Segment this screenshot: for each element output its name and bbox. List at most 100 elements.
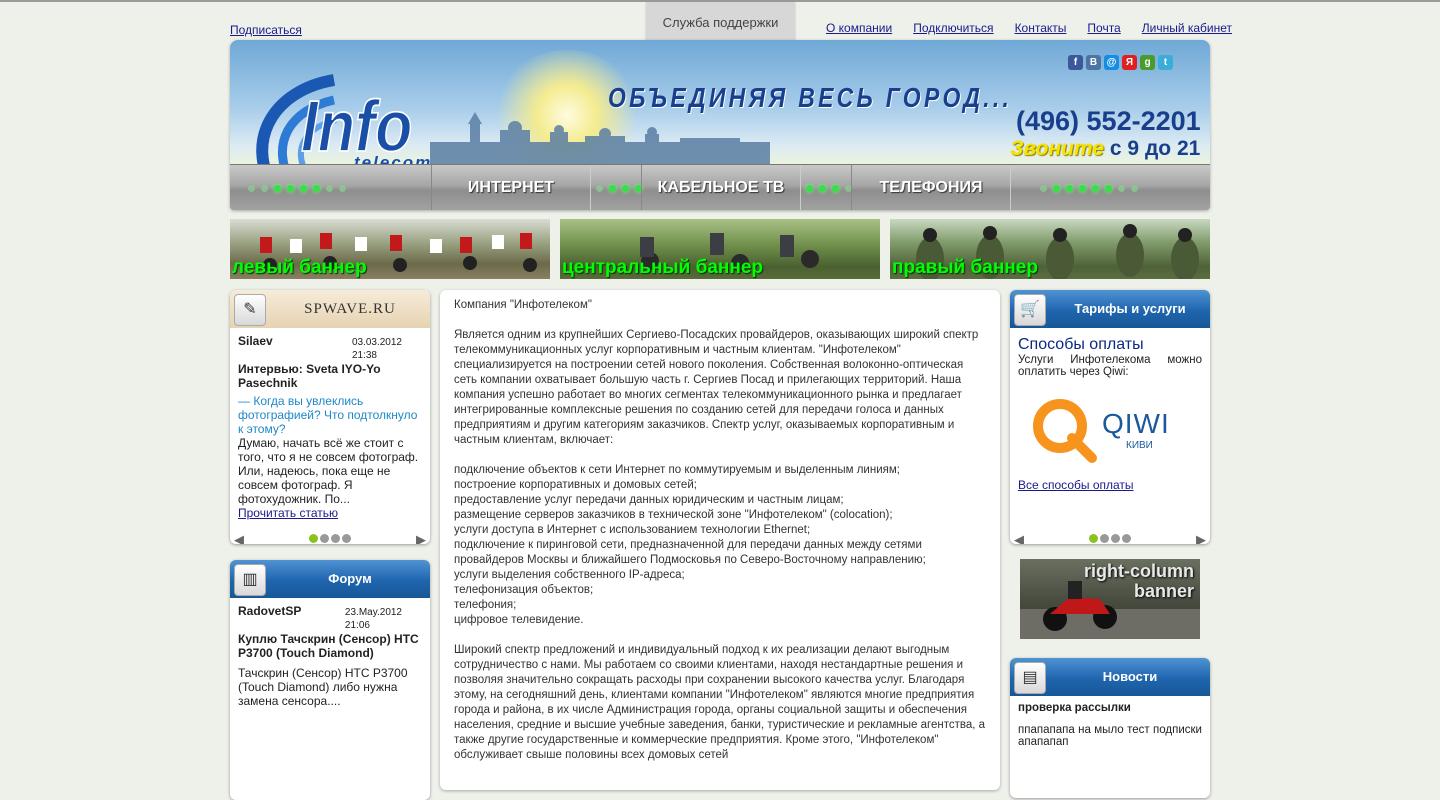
google-icon[interactable]: g xyxy=(1140,55,1155,70)
nav-connect-link[interactable]: Подключиться xyxy=(913,21,993,35)
pager-dot[interactable] xyxy=(1122,534,1131,543)
news-headline[interactable]: проверка рассылки xyxy=(1018,702,1202,714)
all-payment-methods-link[interactable]: Все способы оплаты xyxy=(1018,478,1134,492)
tariffs-pager: ◀ ▶ xyxy=(1010,532,1210,544)
spwave-title: SPWAVE.RU xyxy=(304,301,396,317)
forum-headline[interactable]: Куплю Тачскрин (Сенсор) HTC P3700 (Touch… xyxy=(238,632,422,660)
next-arrow-icon[interactable]: ▶ xyxy=(1196,532,1206,544)
center-banner-label: центральный баннер xyxy=(562,257,764,278)
main-content: Компания "Инфотелеком" Является одним из… xyxy=(440,290,1000,790)
service-item: подключение к пиринговой сети, предназна… xyxy=(454,539,926,566)
facebook-icon[interactable]: f xyxy=(1068,55,1083,70)
vkontakte-icon[interactable]: В xyxy=(1086,55,1101,70)
service-item: предоставление услуг передачи данных юри… xyxy=(454,494,844,506)
news-body: проверка рассылки ппапапапа на мыло тест… xyxy=(1010,696,1210,754)
twitter-icon[interactable]: t xyxy=(1158,55,1173,70)
slogan: ОБЪЕДИНЯЯ ВЕСЬ ГОРОД... xyxy=(608,82,1013,113)
news-title[interactable]: Новости xyxy=(1050,658,1210,696)
forum-title[interactable]: Форум xyxy=(270,560,430,598)
call-hours: Звоните с 9 до 21 xyxy=(1010,137,1200,161)
pager-dot[interactable] xyxy=(1089,534,1098,543)
town-skyline xyxy=(430,112,770,167)
service-item: цифровое телевидение. xyxy=(454,614,584,626)
payment-text: Услуги Инфотелекома можно оплатить через… xyxy=(1018,354,1202,378)
forum-body: 23.May.2012 21:06 RadovetSP Куплю Тачскри… xyxy=(230,598,430,714)
post-question: — Когда вы увлеклись фотографией? Что по… xyxy=(238,394,418,436)
forum-date: 23.May.2012 21:06 xyxy=(344,607,402,631)
tariffs-widget: 🛒 Тарифы и услуги Способы оплаты Услуги … xyxy=(1010,290,1210,544)
pager-dot[interactable] xyxy=(1111,534,1120,543)
spwave-header: ✎ SPWAVE.RU xyxy=(230,290,430,328)
pager-dot[interactable] xyxy=(309,534,318,543)
content-intro: Является одним из крупнейших Сергиево-По… xyxy=(454,329,979,446)
menu-leds-left xyxy=(248,185,346,192)
post-date: 03.03.2012 21:38 xyxy=(351,337,402,361)
service-item: размещение серверов заказчиков в техниче… xyxy=(454,509,893,521)
service-item: телефония; xyxy=(454,599,517,611)
nav-mail-link[interactable]: Почта xyxy=(1087,21,1120,35)
edit-icon: ✎ xyxy=(234,294,266,326)
pager-dot[interactable] xyxy=(320,534,329,543)
service-item: построение корпоративных и домовых сетей… xyxy=(454,479,697,491)
pager-dot[interactable] xyxy=(342,534,351,543)
tariffs-body: Способы оплаты Услуги Инфотелекома можно… xyxy=(1010,328,1210,544)
forum-excerpt: Тачскрин (Сенсор) HTC P3700 (Touch Diamo… xyxy=(238,666,408,708)
spwave-widget: ✎ SPWAVE.RU 03.03.2012 21:38 Silaev Интер… xyxy=(230,290,430,544)
news-header: ▤ Новости xyxy=(1010,658,1210,696)
nav-cabinet-link[interactable]: Личный кабинет xyxy=(1142,21,1232,35)
call-hours-text: с 9 до 21 xyxy=(1109,137,1201,160)
pager-dot[interactable] xyxy=(331,534,340,543)
menu-leds-right xyxy=(1040,185,1138,192)
menu-internet[interactable]: ИНТЕРНЕТ xyxy=(431,165,591,210)
qiwi-logo[interactable]: QIWI КИВИ xyxy=(1018,394,1202,478)
news-widget: ▤ Новости проверка рассылки ппапапапа на… xyxy=(1010,658,1210,798)
menu-leds-mid2 xyxy=(806,185,852,192)
spwave-pager: ◀ ▶ xyxy=(230,532,430,544)
prev-arrow-icon[interactable]: ◀ xyxy=(1014,532,1024,544)
tariffs-title[interactable]: Тарифы и услуги xyxy=(1050,290,1210,328)
call-word: Звоните xyxy=(1010,137,1105,160)
service-item: подключение объектов к сети Интернет по … xyxy=(454,464,900,476)
right-column-banner[interactable]: right-column banner xyxy=(1020,559,1200,639)
next-arrow-icon[interactable]: ▶ xyxy=(416,532,426,544)
prev-arrow-icon[interactable]: ◀ xyxy=(234,532,244,544)
forum-header: ▥ Форум xyxy=(230,560,430,598)
qiwi-text: QIWI xyxy=(1102,408,1170,439)
post-headline: Интервью: Sveta IYO-Yo Pasechnik xyxy=(238,362,381,390)
right-banner[interactable]: правый баннер xyxy=(890,219,1210,279)
cart-icon: 🛒 xyxy=(1014,294,1046,326)
news-text: ппапапапа на мыло тест подписки апапапап xyxy=(1018,724,1202,748)
menu-cable-tv[interactable]: КАБЕЛЬНОЕ ТВ xyxy=(641,165,801,210)
newspaper-icon: ▤ xyxy=(1014,662,1046,694)
right-column-banner-label: right-column banner xyxy=(1084,561,1194,601)
columns-icon: ▥ xyxy=(234,564,266,596)
tariffs-header: 🛒 Тарифы и услуги xyxy=(1010,290,1210,328)
nav-contacts-link[interactable]: Контакты xyxy=(1015,21,1067,35)
post-excerpt: Думаю, начать всё же стоит с того, что я… xyxy=(238,436,419,506)
read-article-link[interactable]: Прочитать статью xyxy=(238,506,338,520)
nav-about-link[interactable]: О компании xyxy=(826,21,892,35)
right-banner-label: правый баннер xyxy=(892,257,1038,278)
support-tab[interactable]: Служба поддержки xyxy=(646,2,795,45)
service-item: услуги выделения собственного IP-адреса; xyxy=(454,569,685,581)
yandex-icon[interactable]: Я xyxy=(1122,55,1137,70)
qiwi-icon xyxy=(1033,399,1097,463)
menu-telephony[interactable]: ТЕЛЕФОНИЯ xyxy=(851,165,1011,210)
phone-number: (496) 552-2201 xyxy=(1016,106,1201,136)
mailru-icon[interactable]: @ xyxy=(1104,55,1119,70)
qiwi-subtext: КИВИ xyxy=(1126,440,1153,451)
center-banner[interactable]: центральный баннер xyxy=(560,219,880,279)
content-title: Компания "Инфотелеком" xyxy=(454,299,592,311)
pager-dot[interactable] xyxy=(1100,534,1109,543)
social-icons: f В @ Яg t xyxy=(1068,55,1173,70)
main-menu: ИНТЕРНЕТ КАБЕЛЬНОЕ ТВ ТЕЛЕФОНИЯ xyxy=(230,164,1210,210)
left-banner[interactable]: левый баннер xyxy=(230,219,550,279)
service-item: услуги доступа в Интернет с использовани… xyxy=(454,524,811,536)
services-list: подключение объектов к сети Интернет по … xyxy=(454,463,986,628)
payment-heading: Способы оплаты xyxy=(1018,336,1144,353)
content-outro: Широкий спектр предложений и индивидуаль… xyxy=(454,644,986,761)
top-nav: О компании Подключиться Контакты Почта Л… xyxy=(826,21,1232,35)
spwave-body: 03.03.2012 21:38 Silaev Интервью: Sveta I… xyxy=(230,328,430,544)
subscribe-link[interactable]: Подписаться xyxy=(230,23,302,37)
menu-leds-mid1 xyxy=(596,185,642,192)
